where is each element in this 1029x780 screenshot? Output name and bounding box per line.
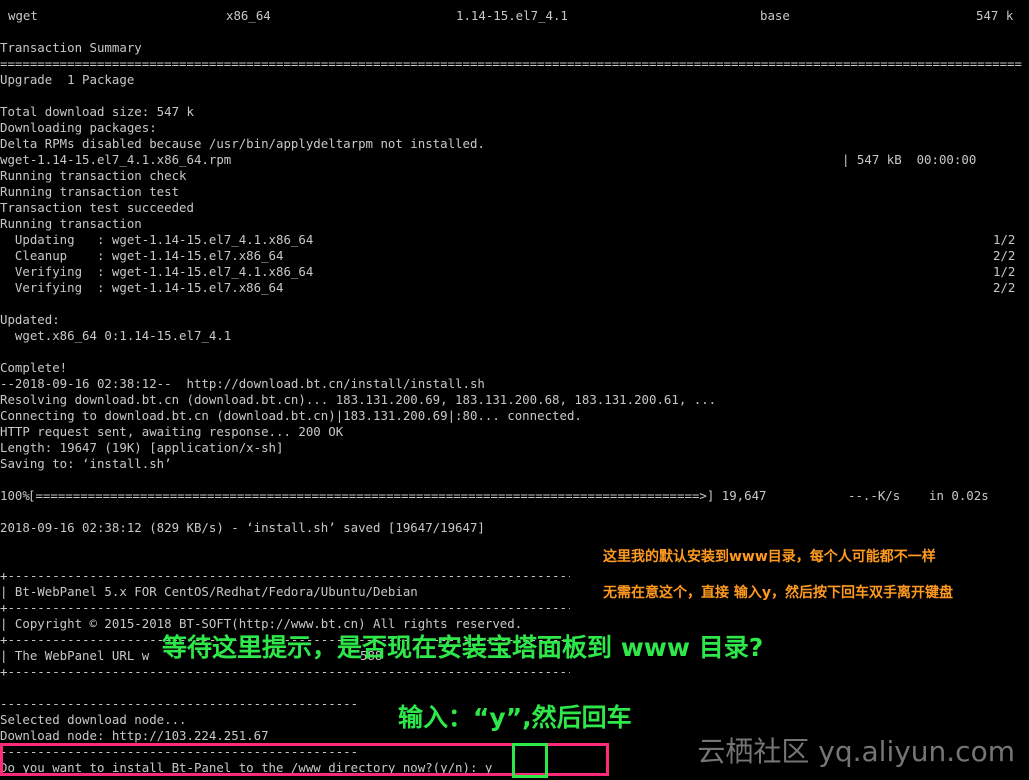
note-default-dir: 这里我的默认安装到www目录，每个人可能都不一样 [603, 549, 936, 565]
output-line: Updated: [0, 312, 60, 327]
pkg-repo: base [760, 8, 790, 23]
tx-row-count: 2/2 [993, 280, 1016, 295]
tx-row-count: 1/2 [993, 264, 1016, 279]
progress-percent: 100% [0, 488, 30, 503]
separator-line: ========================================… [0, 56, 1022, 71]
input-highlight-box [512, 743, 548, 778]
pkg-name: wget [8, 8, 38, 23]
output-line: | Bt-WebPanel 5.x FOR CentOS/Redhat/Fedo… [0, 584, 418, 599]
output-line: Selected download node... [0, 712, 187, 727]
tx-row-count: 1/2 [993, 232, 1016, 247]
output-line: Running transaction [0, 216, 142, 231]
progress-time: in 0.02s [929, 488, 989, 503]
tx-row-action: Verifying : wget-1.14-15.el7_4.1.x86_64 [0, 264, 314, 279]
headline-annotation: 等待这里提示，是否现在安装宝塔面板到 www 目录? [162, 633, 764, 662]
output-line: | The WebPanel URL w [0, 648, 150, 663]
rpm-stat: | 547 kB 00:00:00 [842, 152, 977, 167]
banner-separator: +---------------------------------------… [0, 600, 570, 615]
output-line: Running transaction test [0, 184, 180, 199]
output-line: Running transaction check [0, 168, 187, 183]
tx-row-action: Updating : wget-1.14-15.el7_4.1.x86_64 [0, 232, 314, 247]
tx-row-count: 2/2 [993, 248, 1016, 263]
output-line: Transaction test succeeded [0, 200, 194, 215]
output-line: Saving to: ‘install.sh’ [0, 456, 172, 471]
output-line: 2018-09-16 02:38:12 (829 KB/s) - ‘instal… [0, 520, 485, 535]
tx-row-action: Cleanup : wget-1.14-15.el7.x86_64 [0, 248, 284, 263]
output-line: Downloading packages: [0, 120, 157, 135]
instruction-annotation: 输入：“y”,然后回车 [398, 703, 632, 732]
watermark: 云栖社区 yq.aliyun.com [697, 735, 1015, 768]
output-line: Resolving download.bt.cn (download.bt.cn… [0, 392, 717, 407]
progress-rate: --.-K/s [848, 488, 901, 503]
output-line: Connecting to download.bt.cn (download.b… [0, 408, 582, 423]
output-line: --2018-09-16 02:38:12-- http://download.… [0, 376, 485, 391]
output-line: wget.x86_64 0:1.14-15.el7_4.1 [0, 328, 232, 343]
output-line: Length: 19647 (19K) [application/x-sh] [0, 440, 284, 455]
pkg-arch: x86_64 [226, 8, 271, 23]
pkg-version: 1.14-15.el7_4.1 [456, 8, 568, 23]
output-line: Upgrade 1 Package [0, 72, 135, 87]
output-line: Download node: http://103.224.251.67 [0, 728, 269, 743]
note-ignore: 无需在意这个，直接 输入y，然后按下回车双手离开键盘 [603, 585, 953, 601]
tx-row-action: Verifying : wget-1.14-15.el7.x86_64 [0, 280, 284, 295]
output-line: Complete! [0, 360, 68, 375]
output-line: Transaction Summary [0, 40, 142, 55]
node-separator: ----------------------------------------… [0, 696, 360, 711]
output-line: Total download size: 547 k [0, 104, 194, 119]
rpm-file: wget-1.14-15.el7_4.1.x86_64.rpm [0, 152, 232, 167]
banner-separator: +---------------------------------------… [0, 664, 570, 679]
output-line: Delta RPMs disabled because /usr/bin/app… [0, 136, 485, 151]
output-line: HTTP request sent, awaiting response... … [0, 424, 344, 439]
banner-separator: +---------------------------------------… [0, 568, 570, 583]
pkg-size: 547 k [976, 8, 1014, 23]
progress-bar: [=======================================… [28, 488, 767, 503]
